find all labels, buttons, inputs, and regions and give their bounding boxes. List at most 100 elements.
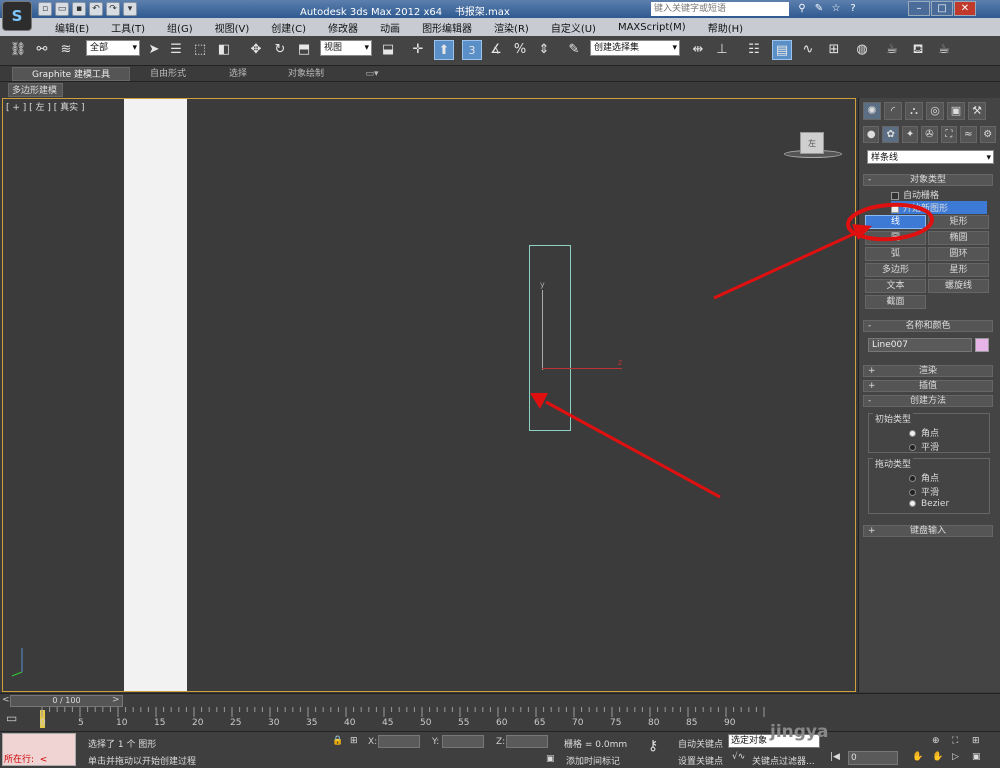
menu-edit[interactable]: 编辑(E) [44,20,100,35]
start-new-shape-checkbox[interactable]: 开始新图形 [891,201,987,214]
mirror-icon[interactable]: ⇹ [688,40,708,60]
text-button[interactable]: 文本 [865,279,926,293]
drag-bezier-radio[interactable]: Bezier [909,499,949,509]
menu-rendering[interactable]: 渲染(R) [483,20,540,35]
minimize-button[interactable]: – [908,1,930,16]
x-coord-field[interactable] [378,735,420,748]
help-icon[interactable]: ? [846,2,860,16]
helpers-icon[interactable]: ⛶ [940,126,958,143]
curve-editor-icon[interactable]: ∿ [798,40,818,60]
display-tab-icon[interactable]: ▣ [947,102,965,120]
absolute-mode-icon[interactable]: ⊞ [350,736,358,746]
current-frame-field[interactable]: 0 [848,751,898,765]
binoculars-icon[interactable]: ⚲ [795,2,809,16]
window-crossing-icon[interactable]: ◧ [214,40,234,60]
star-button[interactable]: 星形 [928,263,989,277]
menu-create[interactable]: 创建(C) [260,20,317,35]
helix-button[interactable]: 螺旋线 [928,279,989,293]
app-logo-icon[interactable]: S [2,1,32,31]
rotate-icon[interactable]: ↻ [270,40,290,60]
fov-icon[interactable]: ▷ [952,752,959,762]
menu-help[interactable]: 帮助(H) [697,20,754,35]
creation-method-rollout-header[interactable]: - 创建方法 [863,395,993,407]
keyboard-entry-rollout-header[interactable]: + 键盘输入 [863,525,993,537]
create-tab-icon[interactable]: ✺ [863,102,881,120]
spinner-snap-icon[interactable]: ⇕ [534,40,554,60]
redo-icon[interactable]: ↷ [106,2,120,16]
ngon-button[interactable]: 多边形 [865,263,926,277]
initial-smooth-radio[interactable]: 平滑 [909,440,939,453]
menu-graph-editors[interactable]: 图形编辑器 [411,20,483,35]
spacewarps-icon[interactable]: ≈ [960,126,977,143]
select-manipulate-icon[interactable]: ✛ [408,40,428,60]
select-object-icon[interactable]: ➤ [144,40,164,60]
tab-selection[interactable]: 选择 [220,67,256,81]
shapes-icon[interactable]: ✿ [882,126,899,143]
viewport-label[interactable]: [ + ] [ 左 ] [ 真实 ] [6,100,85,113]
donut-button[interactable]: 圆环 [928,247,989,261]
named-selection-dropdown[interactable]: 创建选择集 [590,40,680,56]
shape-category-dropdown[interactable]: 样条线 [867,150,994,165]
rect-selection-icon[interactable]: ⬚ [190,40,210,60]
zoom-extents-icon[interactable]: ⛶ [952,736,958,746]
pivot-center-icon[interactable]: ⬓ [378,40,398,60]
keyboard-shortcut-override-icon[interactable]: ⬆ [434,40,454,60]
maximize-button[interactable]: □ [931,1,953,16]
curve-editor-mini-icon[interactable]: ▭ [6,711,26,727]
orbit-icon[interactable]: ✋ [932,752,943,762]
go-to-start-icon[interactable]: |◀ [830,752,840,762]
systems-icon[interactable]: ⚙ [979,126,996,143]
time-slider[interactable]: < 0 / 100 > [0,693,1000,707]
rectangle-button[interactable]: 矩形 [928,215,989,229]
bind-space-warp-icon[interactable]: ≋ [56,40,76,60]
link-icon[interactable]: ⛓ [8,40,28,60]
render-setup-icon[interactable]: ☕ [882,40,902,60]
zoom-icon[interactable]: ⊕ [932,736,940,746]
qat-dropdown-icon[interactable]: ▾ [123,2,137,16]
time-tag-icon[interactable]: ▣ [546,754,555,764]
angle-snap-icon[interactable]: ∡ [486,40,506,60]
arc-button[interactable]: 弧 [865,247,926,261]
select-by-name-icon[interactable]: ☰ [166,40,186,60]
menu-modifiers[interactable]: 修改器 [317,20,369,35]
graphite-toggle-icon[interactable]: ▤ [772,40,792,60]
edit-named-selection-icon[interactable]: ✎ [564,40,584,60]
menu-maxscript[interactable]: MAXScript(M) [607,22,697,33]
rendered-frame-icon[interactable]: ⛾ [908,40,928,60]
key-filter-curve-icon[interactable]: √∿ [732,752,745,762]
tab-graphite-modeling[interactable]: Graphite 建模工具 [12,67,130,81]
geometry-icon[interactable]: ● [863,126,880,143]
snaps-toggle-icon[interactable]: 3 [462,40,482,60]
line-button[interactable]: 线 [865,215,926,229]
drag-corner-radio[interactable]: 角点 [909,471,939,484]
tab-object-paint[interactable]: 对象绘制 [280,67,332,81]
add-time-tag[interactable]: 添加时间标记 [566,754,620,767]
layer-manager-icon[interactable]: ☷ [744,40,764,60]
modify-tab-icon[interactable]: ◜ [884,102,902,120]
rectangle-shape[interactable] [529,245,571,431]
cameras-icon[interactable]: ✇ [921,126,938,143]
y-coord-field[interactable] [442,735,484,748]
align-icon[interactable]: ⊥ [712,40,732,60]
menu-views[interactable]: 视图(V) [204,20,261,35]
maximize-viewport-icon[interactable]: ▣ [972,752,981,762]
section-button[interactable]: 截面 [865,295,926,309]
help-search-input[interactable]: 键入关键字或短语 [651,2,789,16]
object-type-rollout-header[interactable]: - 对象类型 [863,174,993,186]
name-color-rollout-header[interactable]: - 名称和颜色 [863,320,993,332]
pan-icon[interactable]: ✋ [912,752,923,762]
viewcube-face[interactable]: 左 [800,132,824,154]
tools-icon[interactable]: ✎ [812,2,826,16]
lock-selection-icon[interactable]: 🔒 [332,736,343,746]
hierarchy-tab-icon[interactable]: ⛬ [905,102,923,120]
reference-coord-dropdown[interactable]: 视图 [320,40,372,56]
motion-tab-icon[interactable]: ◎ [926,102,944,120]
next-frame-icon[interactable]: > [112,695,120,707]
save-file-icon[interactable]: ▪ [72,2,86,16]
open-file-icon[interactable]: ▭ [55,2,69,16]
star-icon[interactable]: ☆ [829,2,843,16]
zoom-all-icon[interactable]: ⊞ [972,736,980,746]
undo-icon[interactable]: ↶ [89,2,103,16]
new-file-icon[interactable]: ▫ [38,2,52,16]
drag-smooth-radio[interactable]: 平滑 [909,485,939,498]
